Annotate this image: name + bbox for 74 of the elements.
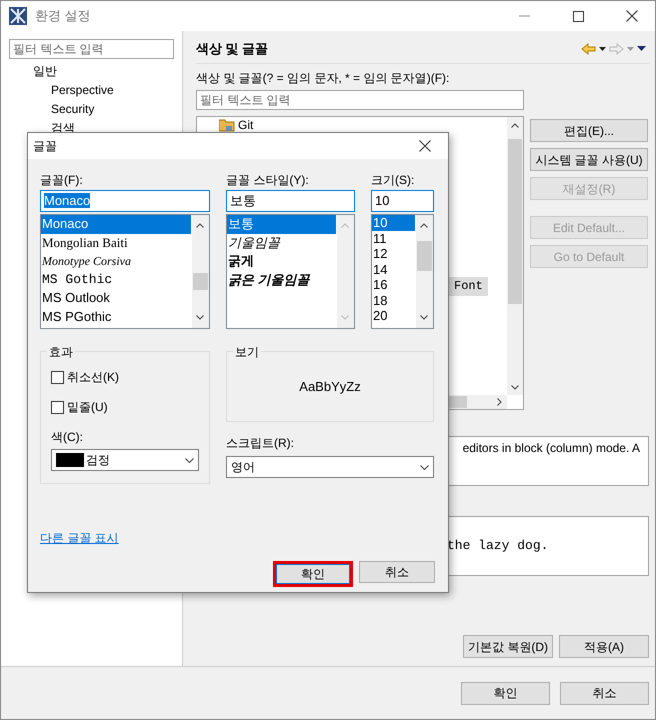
button[interactable]: 시스템 글꼴 사용(U) [530,148,648,171]
checkbox-label: 취소선(K) [67,369,119,386]
filter-label: 색상 및 글꼴(? = 임의 문자, * = 임의 문자열)(F): [196,70,450,87]
dropdown-icon[interactable] [599,46,606,50]
list-item[interactable]: 10 [372,215,415,230]
filter-field[interactable]: 필터 텍스트 입력 [9,39,174,59]
script-select[interactable]: 영어 [226,456,434,478]
menu-icon[interactable] [637,46,646,51]
close-icon[interactable] [419,140,431,152]
list-item[interactable]: MS PGothic [41,308,191,326]
list-item[interactable]: 보통 [227,215,336,234]
list-item[interactable]: 20 [372,308,415,324]
scrollbar-thumb[interactable] [193,273,208,290]
button[interactable]: 기본값 복원(D) [463,635,553,658]
sample-text: AaBbYyZz [299,378,361,396]
field-label: 색(C): [51,429,84,446]
dialog-title: 글꼴 [33,138,58,155]
scroll-up-icon[interactable] [511,123,519,128]
list-item[interactable]: 18 [372,292,415,308]
folder-icon [219,118,235,132]
checkbox[interactable] [51,370,64,384]
list-item[interactable]: 16 [372,277,415,292]
list-item[interactable]: Monotype Corsiva [41,252,191,270]
input-field[interactable]: 보통 [226,190,355,212]
scroll-down-icon[interactable] [511,385,519,390]
tree-item[interactable]: 일반 [33,62,57,81]
tree-item[interactable]: Git [238,118,254,132]
chevron-down-icon [185,458,194,462]
link[interactable]: 다른 글꼴 표시 [40,531,119,545]
list-item[interactable]: 12 [372,246,415,262]
list-item[interactable]: 11 [372,230,415,246]
button[interactable]: 취소 [560,682,649,704]
button[interactable]: 확인 [461,682,550,704]
button[interactable]: 취소 [359,561,435,583]
page-title: 색상 및 글꼴 [196,40,270,58]
scrollbar-thumb[interactable] [417,241,432,271]
filter-field[interactable]: 필터 텍스트 입력 [196,90,524,110]
tree-item[interactable]: Perspective [51,81,114,100]
input-field[interactable]: Monaco [40,190,210,212]
list-item[interactable]: Monaco [41,215,191,234]
checkbox[interactable] [51,400,64,414]
tree-item[interactable]: Font [449,277,488,296]
list-item[interactable]: 기울임꼴 [227,234,336,252]
app-icon [9,7,27,25]
field-label: 스크립트(R): [226,435,295,452]
close-icon[interactable] [626,10,638,22]
scroll-down-icon[interactable] [420,315,428,320]
window-title: 환경 설정 [35,7,91,26]
scrollbar-thumb[interactable] [508,139,522,304]
button[interactable]: 확인 [273,561,353,587]
button[interactable]: 편집(E)... [530,119,648,142]
list-item[interactable]: 굵게 [227,252,336,270]
list-item[interactable]: 굵은 기울임꼴 [227,270,336,289]
list-item[interactable]: 14 [372,262,415,277]
field-label: 글꼴 스타일(Y): [226,172,310,189]
field-label: 크기(S): [371,172,416,189]
list-item[interactable]: MS Outlook [41,289,191,308]
chevron-down-icon [420,464,429,470]
maximize-icon[interactable] [572,10,584,22]
minimize-icon[interactable] [518,15,530,17]
list-item[interactable]: MS Gothic [41,270,191,289]
scroll-down-icon[interactable] [196,315,204,320]
scroll-up-icon[interactable] [196,223,204,228]
list-item[interactable]: Mongolian Baiti [41,234,191,252]
input-field[interactable]: 10 [371,190,434,212]
scroll-right-icon[interactable] [497,398,502,406]
color-select[interactable]: 검정 [51,449,199,471]
checkbox-label: 밑줄(U) [67,399,108,416]
tree-item[interactable]: Security [51,100,94,119]
description-text: editors in block (column) mode. A [462,440,640,457]
preview-text: the lazy dog. [447,537,548,556]
scroll-up-icon[interactable] [420,223,428,228]
button[interactable]: 적용(A) [559,635,649,658]
field-label: 글꼴(F): [40,172,84,189]
